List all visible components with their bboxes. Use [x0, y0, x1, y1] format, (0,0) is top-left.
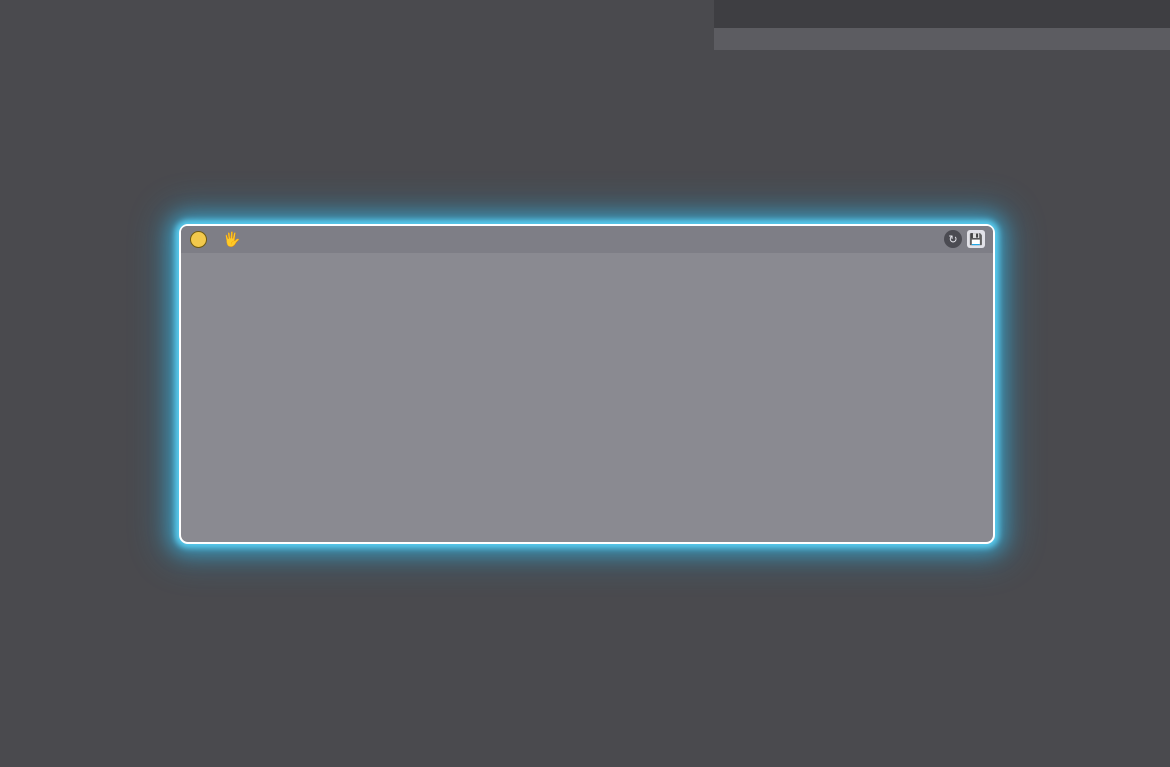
- empty-header-strip: [714, 0, 1170, 28]
- power-toggle-icon[interactable]: [190, 231, 207, 248]
- ableton-live-window: 🖐 ↻ 💾: [0, 0, 1170, 767]
- reverb-titlebar[interactable]: 🖐 ↻ 💾: [181, 226, 993, 253]
- session-empty-area[interactable]: [714, 0, 1170, 228]
- save-preset-icon[interactable]: 💾: [967, 230, 985, 248]
- titlebar-icons: ↻ 💾: [944, 230, 985, 248]
- empty-scene-strip: [714, 28, 1170, 50]
- hot-swap-icon[interactable]: ↻: [944, 230, 962, 248]
- session-view: [0, 0, 714, 228]
- hand-icon: 🖐: [223, 231, 241, 247]
- reverb-device-window[interactable]: 🖐 ↻ 💾: [179, 224, 995, 544]
- reverb-body: [181, 253, 993, 544]
